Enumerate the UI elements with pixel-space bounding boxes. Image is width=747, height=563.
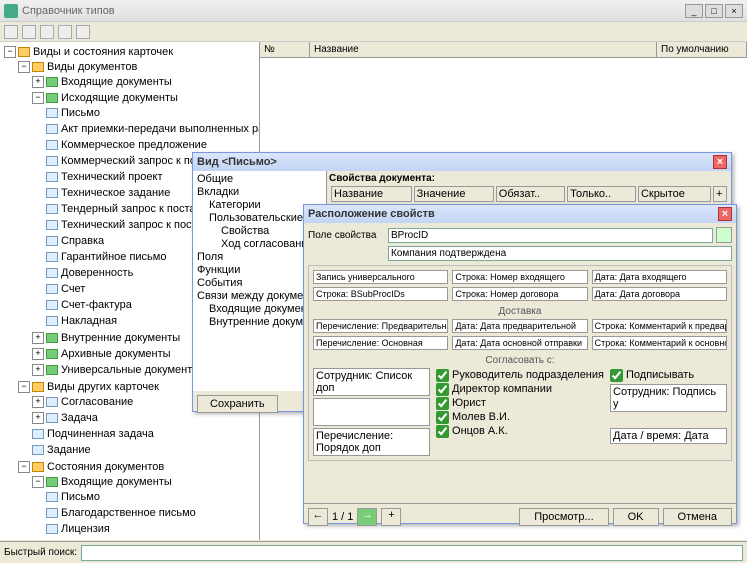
layout-dialog: Расположение свойств × Поле свойства Зап…	[303, 204, 737, 524]
tree-item[interactable]: Письмо	[46, 489, 257, 505]
checkbox[interactable]	[436, 411, 449, 424]
props-header: Свойства документа:	[329, 173, 729, 184]
tree-item[interactable]: Подчиненная задача	[32, 426, 257, 442]
tree-item[interactable]: Входящие документы	[32, 74, 257, 90]
tree-item[interactable]: Письмо	[46, 105, 257, 121]
page-indicator: 1 / 1	[332, 511, 353, 523]
main-titlebar: Справочник типов _ □ ×	[0, 0, 747, 22]
window-title: Справочник типов	[22, 5, 685, 17]
main-toolbar	[0, 22, 747, 42]
tree-item[interactable]: Задание	[32, 442, 257, 458]
checkbox[interactable]	[436, 383, 449, 396]
checkbox[interactable]	[436, 369, 449, 382]
close-button[interactable]: ×	[725, 4, 743, 18]
add-icon[interactable]	[716, 227, 732, 243]
toolbar-button[interactable]	[22, 25, 36, 39]
minimize-button[interactable]: _	[685, 4, 703, 18]
toolbar-button[interactable]	[58, 25, 72, 39]
close-icon[interactable]: ×	[713, 155, 727, 169]
quick-search-bar: Быстрый поиск:	[0, 541, 747, 563]
checkbox[interactable]	[436, 425, 449, 438]
add-page-button[interactable]: +	[381, 508, 401, 526]
preview-button[interactable]: Просмотр...	[519, 508, 608, 526]
dialog-title: Вид <Письмо>	[197, 156, 713, 168]
quick-search-label: Быстрый поиск:	[4, 547, 77, 558]
field-label: Поле свойства	[308, 230, 388, 241]
tree-item[interactable]: Акт приемки-передачи выполненных работ	[46, 121, 257, 137]
field-input[interactable]	[388, 228, 713, 243]
toolbar-button[interactable]	[76, 25, 90, 39]
quick-search-input[interactable]	[81, 545, 743, 561]
toolbar-button[interactable]	[40, 25, 54, 39]
grid-header[interactable]: №	[260, 42, 310, 57]
next-page-button[interactable]: →	[357, 508, 377, 526]
field-input[interactable]	[388, 246, 732, 261]
app-icon	[4, 4, 18, 18]
maximize-button[interactable]: □	[705, 4, 723, 18]
checkbox[interactable]	[610, 369, 623, 382]
toolbar-button[interactable]	[4, 25, 18, 39]
tree-item[interactable]: Благодарственное письмо	[46, 505, 257, 521]
prev-page-button[interactable]: ←	[308, 508, 328, 526]
tree-item[interactable]: Коммерческое предложение	[46, 137, 257, 153]
tree-item[interactable]: Состояния документов Входящие документы …	[18, 459, 257, 540]
close-icon[interactable]: ×	[718, 207, 732, 221]
grid-header[interactable]: По умолчанию	[657, 42, 747, 57]
dialog-title: Расположение свойств	[308, 208, 718, 220]
cancel-button[interactable]: Отмена	[663, 508, 732, 526]
tree-item[interactable]: Сертификат	[46, 537, 257, 540]
tree-item[interactable]: Входящие документы Письмо Благодарственн…	[32, 474, 257, 540]
grid-header[interactable]: Название	[310, 42, 657, 57]
ok-button[interactable]: OK	[613, 508, 659, 526]
checkbox[interactable]	[436, 397, 449, 410]
save-button[interactable]: Сохранить	[197, 395, 278, 413]
tree-item[interactable]: Лицензия	[46, 521, 257, 537]
